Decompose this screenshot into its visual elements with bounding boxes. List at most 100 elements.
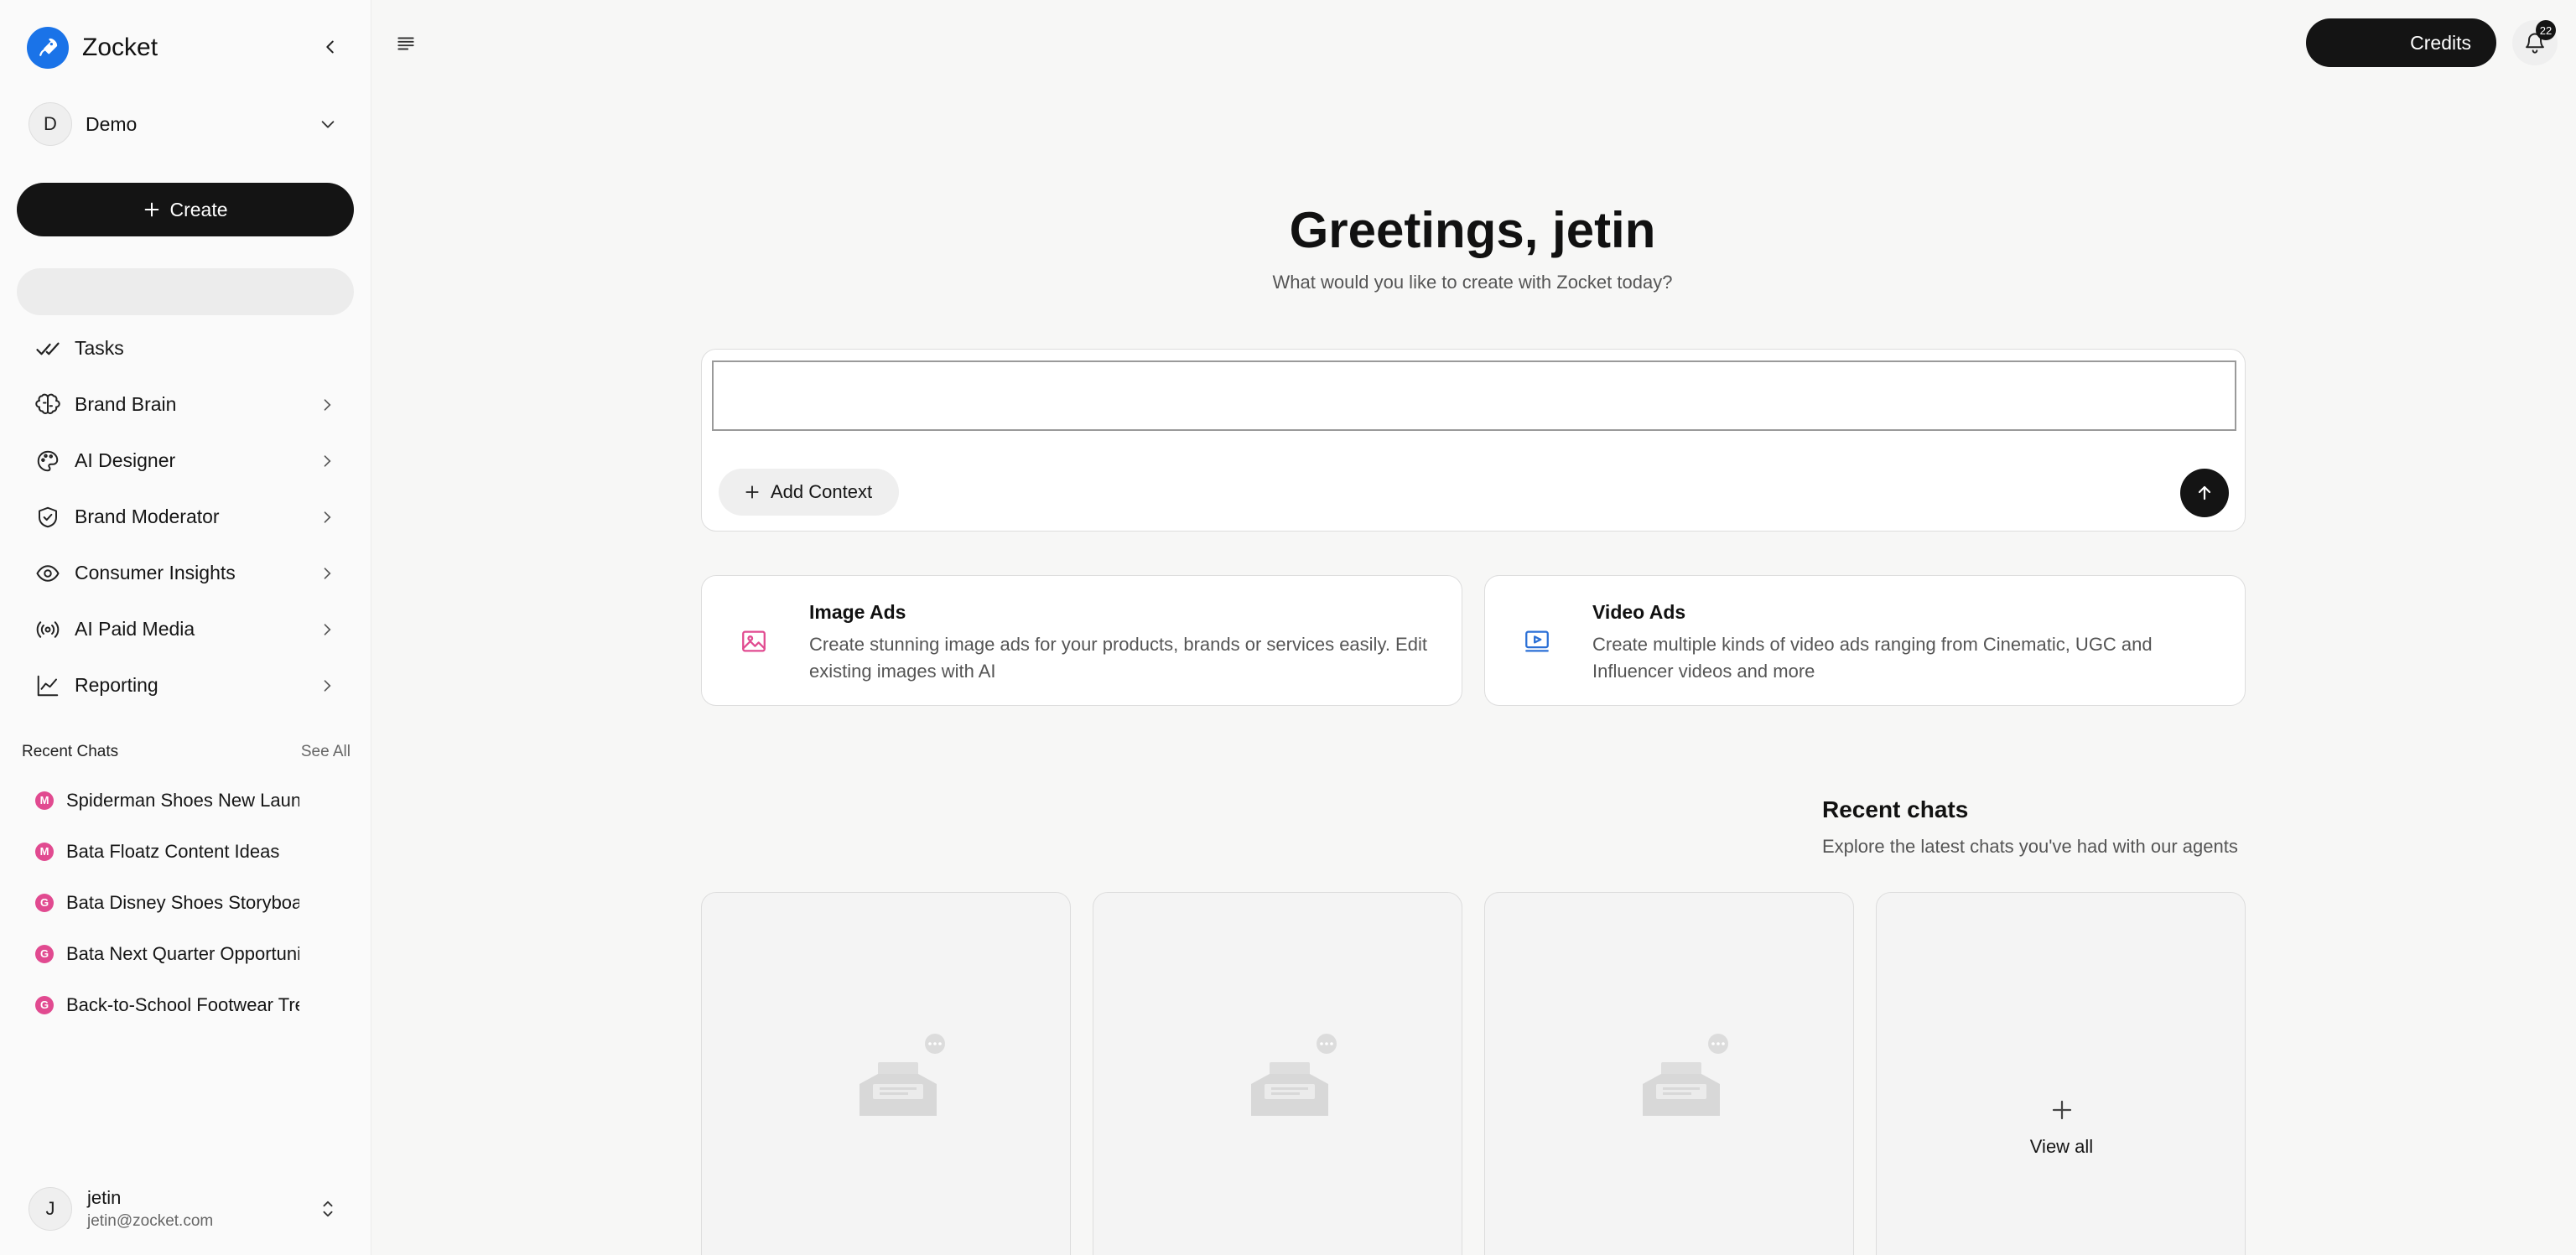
arrow-up-icon <box>2198 485 2211 500</box>
credits-button[interactable]: Credits <box>2306 18 2496 67</box>
view-all-label: View all <box>2029 1136 2094 1157</box>
image-icon <box>739 626 769 656</box>
sidebar-item-label: Reporting <box>75 674 158 696</box>
user-avatar: J <box>29 1187 72 1231</box>
chevron-right-icon <box>317 451 337 471</box>
chevron-up-down-icon <box>315 1196 340 1221</box>
recent-chat-item[interactable]: G Bata Disney Shoes Storyboard <box>35 877 304 928</box>
brand[interactable]: Zocket <box>27 27 158 69</box>
chevron-down-icon <box>315 111 340 137</box>
prompt-box: Add Context <box>701 349 2246 532</box>
plus-icon <box>145 202 159 217</box>
menu-lines-icon <box>397 37 414 50</box>
feature-description: Create multiple kinds of video ads rangi… <box>1592 634 2153 682</box>
credits-label: Credits <box>2410 31 2471 54</box>
line-chart-icon <box>34 672 62 700</box>
chevron-right-icon <box>317 676 337 696</box>
user-menu[interactable]: J jetin jetin@zocket.com <box>29 1185 347 1232</box>
sidebar-item-tasks[interactable]: Tasks <box>17 320 354 376</box>
recent-chat-card[interactable] <box>1484 892 1854 1255</box>
recent-chat-card[interactable] <box>701 892 1071 1255</box>
recent-chats-list: M Spiderman Shoes New Launch M Bata Floa… <box>35 775 304 1030</box>
collapse-sidebar-button[interactable] <box>317 34 344 60</box>
feature-title: Video Ads <box>1592 601 1686 623</box>
rocket-logo-icon <box>27 27 69 69</box>
chat-agent-badge: G <box>35 944 54 963</box>
chevron-right-icon <box>317 507 337 527</box>
user-email: jetin@zocket.com <box>87 1212 214 1230</box>
empty-inbox-icon <box>1643 1034 1728 1116</box>
chat-agent-badge: M <box>35 791 54 810</box>
brain-icon <box>34 391 62 419</box>
empty-inbox-icon <box>860 1034 945 1116</box>
brand-name: Zocket <box>82 34 158 61</box>
see-all-link[interactable]: See All <box>301 743 351 761</box>
create-button[interactable]: Create <box>17 183 354 236</box>
palette-icon <box>34 447 62 475</box>
shield-check-icon <box>34 503 62 532</box>
recent-chat-title: Bata Disney Shoes Storyboard <box>66 891 299 913</box>
sidebar-item-label: AI Paid Media <box>75 618 195 640</box>
send-button[interactable] <box>2180 469 2229 517</box>
menu-button[interactable] <box>392 30 419 57</box>
sidebar-item-consumer-insights[interactable]: Consumer Insights <box>17 545 354 601</box>
recent-chat-title: Bata Floatz Content Ideas <box>66 840 280 862</box>
notification-count-badge: 22 <box>2536 20 2556 40</box>
chat-agent-badge: M <box>35 842 54 861</box>
recent-chat-item[interactable]: G Back-to-School Footwear Trends <box>35 979 304 1030</box>
sidebar-search[interactable] <box>17 268 354 315</box>
chat-agent-badge: G <box>35 893 54 912</box>
broadcast-icon <box>34 615 62 644</box>
recent-chat-card[interactable] <box>1093 892 1462 1255</box>
sidebar-item-ai-paid-media[interactable]: AI Paid Media <box>17 601 354 657</box>
feature-description: Create stunning image ads for your produ… <box>809 634 1427 682</box>
recent-chats-subtitle: Explore the latest chats you've had with… <box>1822 836 2238 857</box>
chevron-left-icon <box>326 40 334 54</box>
recent-chats-title: Recent Chats <box>22 743 119 760</box>
sidebar-item-brand-brain[interactable]: Brand Brain <box>17 376 354 433</box>
sidebar-item-label: Tasks <box>75 337 124 359</box>
image-ads-card[interactable]: Image Ads Create stunning image ads for … <box>701 575 1462 706</box>
workspace-selector[interactable]: D Demo <box>29 101 347 148</box>
double-check-icon <box>34 334 62 363</box>
chevron-right-icon <box>317 563 337 583</box>
create-button-label: Create <box>169 198 228 220</box>
page-subtitle: What would you like to create with Zocke… <box>1272 272 1673 293</box>
sidebar-item-reporting[interactable]: Reporting <box>17 657 354 713</box>
sidebar: Zocket D Demo Create Tasks Brand Brain A… <box>0 0 371 1255</box>
eye-icon <box>34 559 62 588</box>
add-context-button[interactable]: Add Context <box>719 469 900 516</box>
prompt-input[interactable] <box>712 360 2236 431</box>
sidebar-nav: Tasks Brand Brain AI Designer Brand Mode… <box>17 320 354 713</box>
sidebar-item-brand-moderator[interactable]: Brand Moderator <box>17 489 354 545</box>
chevron-right-icon <box>317 395 337 415</box>
user-info: jetin jetin@zocket.com <box>87 1187 315 1231</box>
video-icon <box>1522 626 1552 656</box>
sidebar-item-label: Brand Brain <box>75 393 177 415</box>
empty-inbox-icon <box>1251 1034 1337 1116</box>
page-title: Greetings, jetin <box>1289 202 1656 258</box>
feature-title: Image Ads <box>809 601 906 623</box>
recent-chat-title: Back-to-School Footwear Trends <box>66 993 299 1015</box>
plus-icon <box>2052 1100 2072 1120</box>
user-name: jetin <box>87 1187 122 1208</box>
chat-agent-badge: G <box>35 995 54 1014</box>
view-all-chats-card[interactable]: View all <box>1876 892 2246 1255</box>
recent-chat-item[interactable]: G Bata Next Quarter Opportunities <box>35 928 304 979</box>
sidebar-item-label: AI Designer <box>75 449 176 471</box>
chevron-right-icon <box>317 620 337 640</box>
recent-chats-header: Recent Chats See All <box>22 743 351 761</box>
recent-chat-item[interactable]: M Spiderman Shoes New Launch <box>35 775 304 826</box>
recent-chat-title: Bata Next Quarter Opportunities <box>66 942 299 964</box>
video-ads-card[interactable]: Video Ads Create multiple kinds of video… <box>1484 575 2246 706</box>
notifications-button[interactable]: 22 <box>2512 20 2558 65</box>
plus-icon <box>745 485 759 499</box>
add-context-label: Add Context <box>771 481 873 502</box>
workspace-avatar: D <box>29 102 72 146</box>
recent-chat-title: Spiderman Shoes New Launch <box>66 789 299 811</box>
recent-chats-heading: Recent chats <box>1822 796 1969 822</box>
recent-chat-item[interactable]: M Bata Floatz Content Ideas <box>35 826 304 877</box>
sidebar-item-label: Brand Moderator <box>75 506 220 527</box>
sidebar-item-label: Consumer Insights <box>75 562 236 583</box>
sidebar-item-ai-designer[interactable]: AI Designer <box>17 433 354 489</box>
